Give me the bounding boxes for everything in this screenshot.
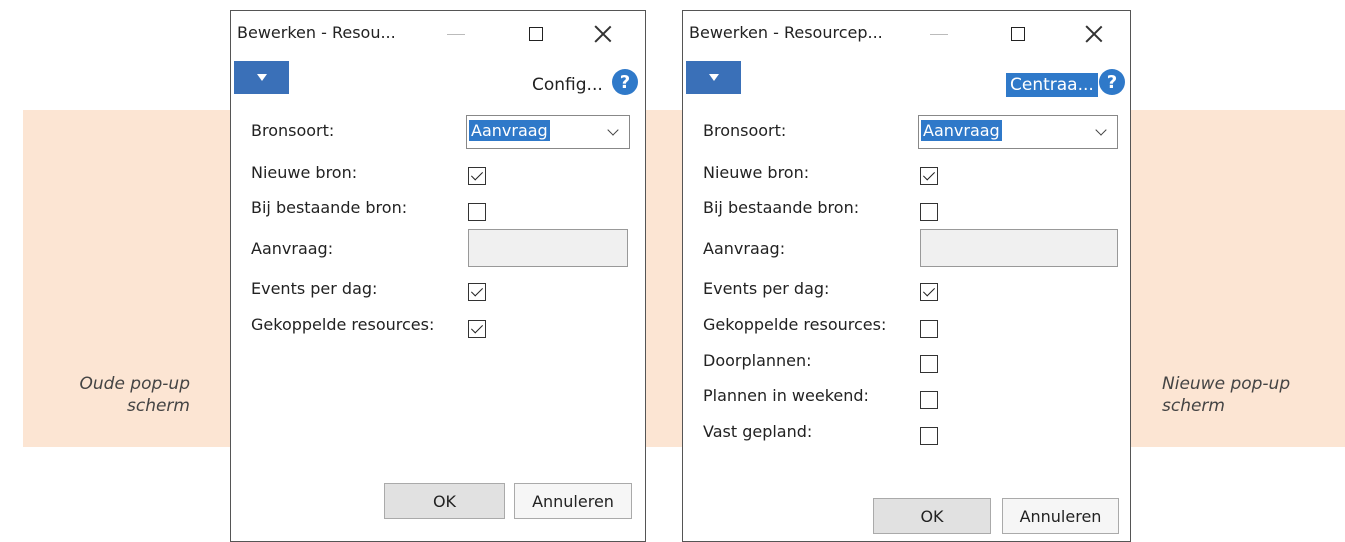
title-bar[interactable]: Bewerken - Resou...: [231, 11, 645, 57]
bronsoort-value: Aanvraag: [921, 120, 1002, 141]
menu-dropdown-icon: [708, 74, 719, 81]
maximize-icon: [1011, 27, 1025, 41]
nieuwe-bron-label: Nieuwe bron:: [703, 163, 810, 182]
help-icon[interactable]: ?: [612, 69, 638, 95]
centraal-link[interactable]: Centraa...: [1006, 73, 1098, 97]
config-link[interactable]: Config...: [532, 75, 603, 95]
bij-bestaande-bron-label: Bij bestaande bron:: [251, 198, 408, 217]
menu-dropdown-icon: [256, 74, 267, 81]
close-icon: [1085, 25, 1103, 43]
minimize-button[interactable]: [436, 15, 476, 53]
vast-gepland-label: Vast gepland:: [703, 422, 813, 441]
close-icon: [594, 25, 612, 43]
cancel-button[interactable]: Annuleren: [514, 483, 632, 519]
aanvraag-field[interactable]: [920, 229, 1118, 267]
bronsoort-value: Aanvraag: [469, 120, 550, 141]
events-per-dag-label: Events per dag:: [703, 279, 830, 298]
cancel-button[interactable]: Annuleren: [1002, 498, 1119, 534]
gekoppelde-resources-checkbox[interactable]: [468, 320, 486, 338]
bij-bestaande-bron-checkbox[interactable]: [920, 203, 938, 221]
nieuwe-bron-checkbox[interactable]: [468, 167, 486, 185]
maximize-icon: [529, 27, 543, 41]
minimize-icon: [930, 33, 948, 35]
vast-gepland-checkbox[interactable]: [920, 427, 938, 445]
bij-bestaande-bron-label: Bij bestaande bron:: [703, 198, 860, 217]
gekoppelde-resources-label: Gekoppelde resources:: [251, 315, 435, 334]
plannen-in-weekend-label: Plannen in weekend:: [703, 386, 869, 405]
events-per-dag-checkbox[interactable]: [920, 283, 938, 301]
old-popup-window: Bewerken - Resou... Config... ? Bronsoor…: [230, 10, 646, 542]
bronsoort-label: Bronsoort:: [703, 121, 787, 140]
bij-bestaande-bron-checkbox[interactable]: [468, 203, 486, 221]
gekoppelde-resources-label: Gekoppelde resources:: [703, 315, 887, 334]
aanvraag-field[interactable]: [468, 229, 628, 267]
plannen-in-weekend-checkbox[interactable]: [920, 391, 938, 409]
bronsoort-select[interactable]: Aanvraag: [918, 115, 1118, 149]
window-title: Bewerken - Resourcep...: [689, 23, 883, 42]
menu-dropdown-button[interactable]: [686, 61, 741, 94]
events-per-dag-checkbox[interactable]: [468, 283, 486, 301]
ok-button[interactable]: OK: [873, 498, 991, 534]
events-per-dag-label: Events per dag:: [251, 279, 378, 298]
ok-button[interactable]: OK: [384, 483, 505, 519]
window-title: Bewerken - Resou...: [237, 23, 396, 42]
menu-dropdown-button[interactable]: [234, 61, 289, 94]
help-icon[interactable]: ?: [1099, 69, 1125, 95]
maximize-button[interactable]: [998, 15, 1038, 53]
new-popup-window: Bewerken - Resourcep... Centraa... ? Bro…: [682, 10, 1131, 542]
doorplannen-label: Doorplannen:: [703, 351, 812, 370]
close-button[interactable]: [583, 15, 623, 53]
doorplannen-checkbox[interactable]: [920, 355, 938, 373]
chevron-down-icon: [607, 124, 619, 136]
new-popup-caption: Nieuwe pop-up scherm: [1162, 374, 1291, 416]
aanvraag-label: Aanvraag:: [251, 239, 334, 258]
aanvraag-label: Aanvraag:: [703, 239, 786, 258]
old-popup-caption: Oude pop-up scherm: [79, 374, 191, 416]
chevron-down-icon: [1095, 124, 1107, 136]
bronsoort-select[interactable]: Aanvraag: [466, 115, 630, 149]
minimize-icon: [447, 33, 465, 35]
title-bar[interactable]: Bewerken - Resourcep...: [683, 11, 1130, 57]
gekoppelde-resources-checkbox[interactable]: [920, 320, 938, 338]
close-button[interactable]: [1074, 15, 1114, 53]
maximize-button[interactable]: [516, 15, 556, 53]
nieuwe-bron-checkbox[interactable]: [920, 167, 938, 185]
minimize-button[interactable]: [919, 15, 959, 53]
nieuwe-bron-label: Nieuwe bron:: [251, 163, 358, 182]
bronsoort-label: Bronsoort:: [251, 121, 335, 140]
